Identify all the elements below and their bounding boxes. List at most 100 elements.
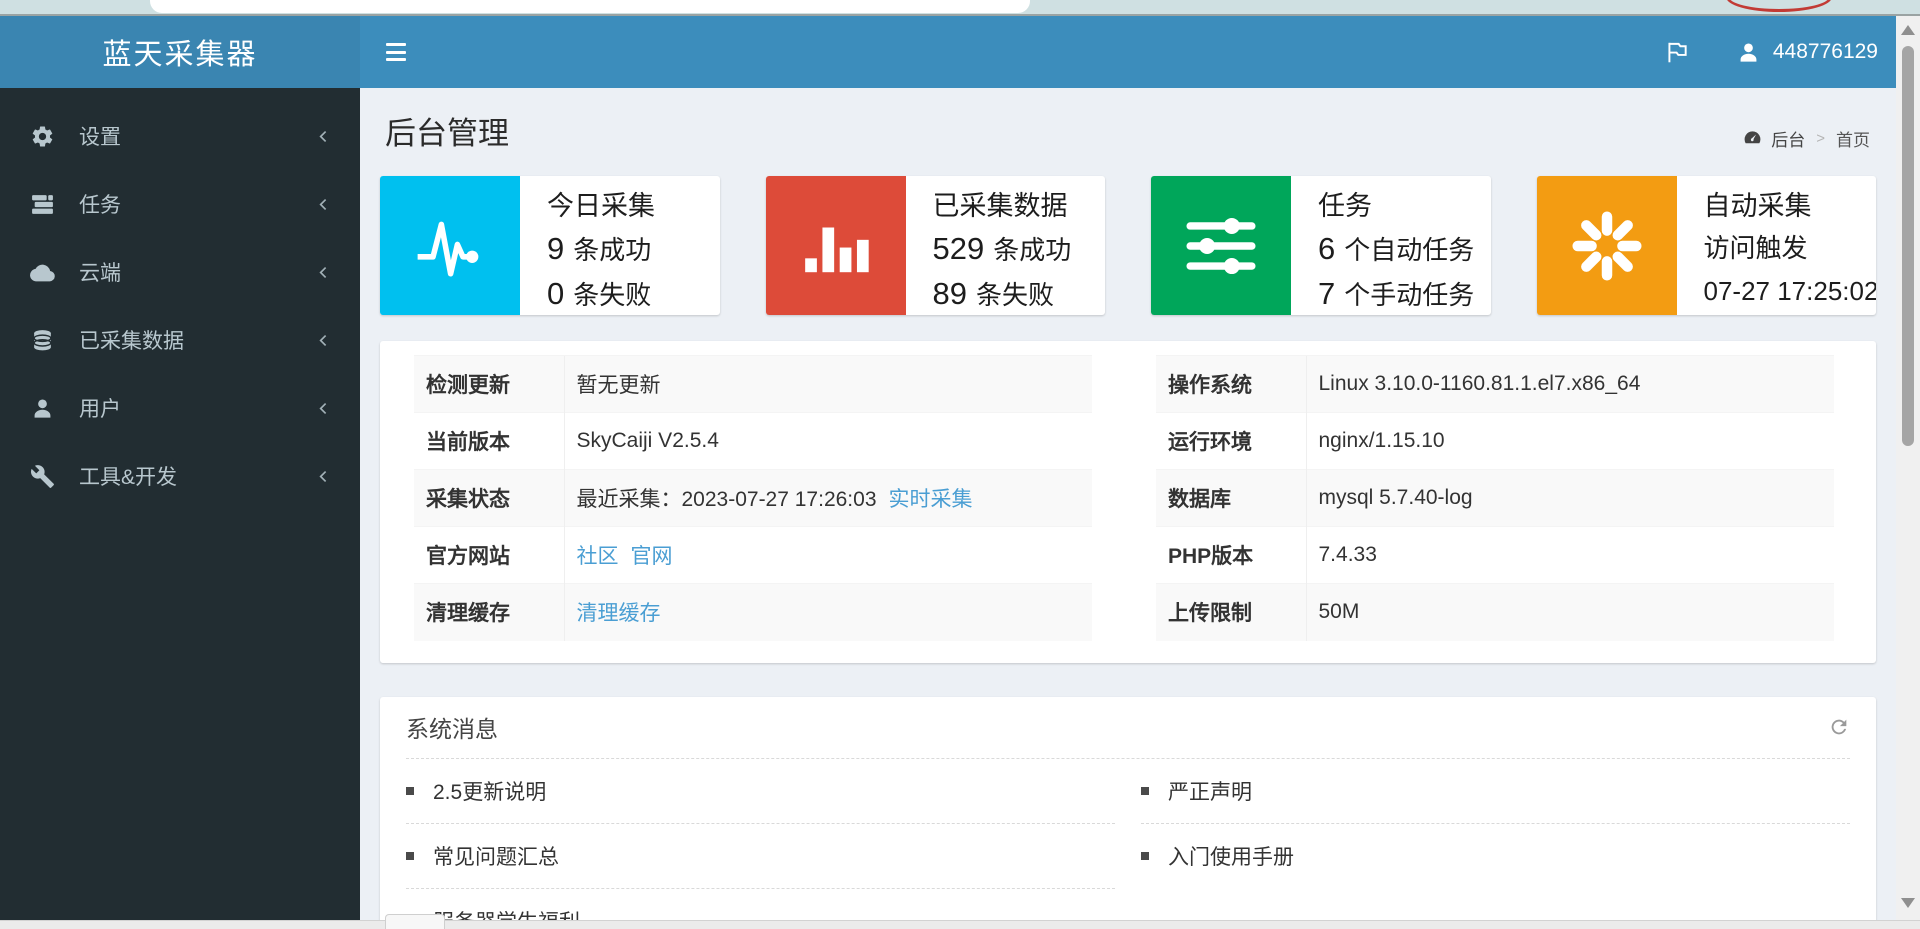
info-box-tasks[interactable]: 任务 6 个自动任务 7 个手动任务 bbox=[1151, 176, 1491, 315]
wrench-icon bbox=[30, 464, 54, 488]
browser-bottom-strip bbox=[0, 920, 1920, 929]
scrollbar-thumb[interactable] bbox=[1902, 46, 1914, 446]
manual-task-count: 7 bbox=[1318, 276, 1336, 311]
messages-list: 2.5更新说明 常见问题汇总 服务器学生福利 严正声明 入门使用手册 bbox=[406, 759, 1850, 929]
message-link[interactable]: 2.5更新说明 bbox=[406, 759, 1115, 824]
info-box-row: 今日采集 9 条成功 0 条失败 已采集数据 529 条成功 89 条失败 任务… bbox=[360, 160, 1896, 315]
fail-label: 条失败 bbox=[573, 280, 652, 310]
flag-icon[interactable] bbox=[1664, 39, 1690, 65]
breadcrumb-root-link[interactable]: 后台 bbox=[1771, 126, 1805, 151]
sidebar-item-label: 设置 bbox=[79, 126, 121, 149]
sidebar-item-cloud[interactable]: 云端 bbox=[0, 238, 360, 306]
row-value: 50M bbox=[1318, 600, 1360, 624]
info-box-today-collection[interactable]: 今日采集 9 条成功 0 条失败 bbox=[380, 176, 720, 315]
trigger-timestamp: 07-27 17:25:02 bbox=[1703, 276, 1877, 306]
row-value: SkyCaiji V2.5.4 bbox=[576, 429, 719, 452]
user-menu[interactable]: 448776129 bbox=[1736, 40, 1878, 65]
community-link[interactable]: 社区 bbox=[577, 545, 619, 568]
system-info-panel: 检测更新 暂无更新 当前版本 SkyCaiji V2.5.4 采集状态 最近采集… bbox=[380, 341, 1876, 663]
browser-status-bubble bbox=[385, 914, 445, 929]
sidebar-item-label: 工具&开发 bbox=[79, 466, 178, 489]
messages-title: 系统消息 bbox=[406, 716, 498, 742]
auto-task-count: 6 bbox=[1318, 231, 1336, 266]
bar-chart-icon bbox=[765, 176, 906, 315]
message-text: 常见问题汇总 bbox=[433, 845, 559, 869]
app-logo[interactable]: 蓝天采集器 bbox=[0, 16, 360, 88]
sidebar-menu: 设置 任务 云端 已采集数据 用户 工具&开发 bbox=[0, 88, 360, 510]
row-value: 最近采集：2023-07-27 17:26:03 bbox=[576, 488, 877, 511]
vertical-scrollbar[interactable] bbox=[1896, 16, 1920, 929]
success-label: 条成功 bbox=[573, 235, 652, 265]
fail-count: 0 bbox=[547, 276, 565, 311]
scroll-up-arrow-icon[interactable] bbox=[1896, 16, 1920, 46]
row-value: Linux 3.10.0-1160.81.1.el7.x86_64 bbox=[1318, 372, 1641, 395]
row-label: 上传限制 bbox=[1156, 583, 1306, 641]
bullet-icon bbox=[406, 851, 414, 860]
sidebar-item-label: 云端 bbox=[79, 262, 121, 285]
sidebar-item-label: 任务 bbox=[79, 194, 121, 217]
info-box-title: 今日采集 bbox=[547, 191, 655, 221]
table-row: 操作系统 Linux 3.10.0-1160.81.1.el7.x86_64 bbox=[1156, 355, 1834, 413]
spinner-icon bbox=[1536, 176, 1677, 315]
sliders-icon bbox=[1151, 176, 1291, 315]
sidebar-item-users[interactable]: 用户 bbox=[0, 374, 360, 442]
realtime-collect-link[interactable]: 实时采集 bbox=[889, 488, 973, 511]
info-box-body: 已采集数据 529 条成功 89 条失败 bbox=[906, 176, 1076, 315]
breadcrumb: 后台 > 首页 bbox=[1743, 126, 1870, 151]
app-root: 蓝天采集器 448776129 设置 任务 云端 已采集数据 用户 工具&开发 … bbox=[0, 0, 1920, 929]
row-value: 7.4.33 bbox=[1318, 543, 1377, 566]
table-row: 数据库 mysql 5.7.40-log bbox=[1156, 469, 1834, 527]
chevron-left-icon bbox=[319, 402, 327, 414]
success-count: 529 bbox=[932, 231, 985, 266]
system-messages-panel: 系统消息 2.5更新说明 常见问题汇总 服务器学生福利 严正声明 入门使用手册 bbox=[380, 696, 1876, 929]
table-row: PHP版本 7.4.33 bbox=[1156, 526, 1834, 584]
sidebar-item-tasks[interactable]: 任务 bbox=[0, 170, 360, 238]
chevron-left-icon bbox=[319, 198, 327, 210]
gear-icon bbox=[32, 125, 53, 147]
scroll-down-arrow-icon[interactable] bbox=[1896, 887, 1920, 917]
chevron-left-icon bbox=[319, 334, 327, 346]
info-box-body: 今日采集 9 条成功 0 条失败 bbox=[520, 176, 659, 315]
message-text: 严正声明 bbox=[1168, 780, 1252, 804]
info-box-auto-collection[interactable]: 自动采集 访问触发 07-27 17:25:02 bbox=[1536, 176, 1877, 315]
message-link[interactable]: 常见问题汇总 bbox=[406, 824, 1115, 889]
sidebar-item-tools-dev[interactable]: 工具&开发 bbox=[0, 442, 360, 510]
row-label: 采集状态 bbox=[414, 469, 564, 527]
clear-cache-link[interactable]: 清理缓存 bbox=[577, 602, 661, 625]
message-link[interactable]: 严正声明 bbox=[1141, 759, 1850, 824]
bullet-icon bbox=[1141, 852, 1149, 860]
main-content: 后台管理 后台 > 首页 今日采集 9 条成功 0 条失败 已采集数据 529 … bbox=[360, 88, 1896, 929]
row-label: 运行环境 bbox=[1156, 412, 1306, 470]
chevron-left-icon bbox=[319, 130, 327, 142]
refresh-icon[interactable] bbox=[1828, 716, 1850, 738]
sidebar-item-label: 用户 bbox=[79, 398, 121, 421]
info-box-title: 自动采集 bbox=[1703, 191, 1812, 221]
message-text: 2.5更新说明 bbox=[433, 780, 547, 804]
table-row: 运行环境 nginx/1.15.10 bbox=[1156, 412, 1834, 470]
page-title: 后台管理 bbox=[385, 116, 509, 151]
table-row: 官方网站 社区 官网 bbox=[414, 526, 1092, 584]
breadcrumb-current: 首页 bbox=[1836, 131, 1870, 150]
fail-label: 条失败 bbox=[975, 280, 1054, 310]
sidebar-toggle-button[interactable] bbox=[386, 41, 410, 63]
row-value: nginx/1.15.10 bbox=[1318, 429, 1445, 452]
chevron-left-icon bbox=[319, 266, 327, 278]
user-id: 448776129 bbox=[1772, 40, 1878, 63]
row-label: 数据库 bbox=[1156, 469, 1306, 527]
official-site-link[interactable]: 官网 bbox=[631, 545, 673, 568]
row-value: 暂无更新 bbox=[576, 374, 661, 397]
sidebar-item-collected-data[interactable]: 已采集数据 bbox=[0, 306, 360, 374]
message-link[interactable]: 入门使用手册 bbox=[1141, 824, 1850, 889]
info-box-title: 已采集数据 bbox=[932, 191, 1068, 221]
sidebar-item-label: 已采集数据 bbox=[79, 330, 184, 353]
bullet-icon bbox=[1141, 786, 1149, 795]
user-icon bbox=[34, 398, 51, 418]
table-row: 清理缓存 清理缓存 bbox=[414, 583, 1092, 641]
row-label: 当前版本 bbox=[414, 412, 564, 470]
browser-border-line bbox=[0, 14, 1920, 16]
info-box-collected-data[interactable]: 已采集数据 529 条成功 89 条失败 bbox=[765, 176, 1105, 315]
hamburger-icon bbox=[386, 43, 406, 46]
sidebar-item-settings[interactable]: 设置 bbox=[0, 102, 360, 170]
top-navbar: 蓝天采集器 448776129 bbox=[0, 16, 1920, 88]
red-annotation-ellipse bbox=[1726, 0, 1832, 12]
